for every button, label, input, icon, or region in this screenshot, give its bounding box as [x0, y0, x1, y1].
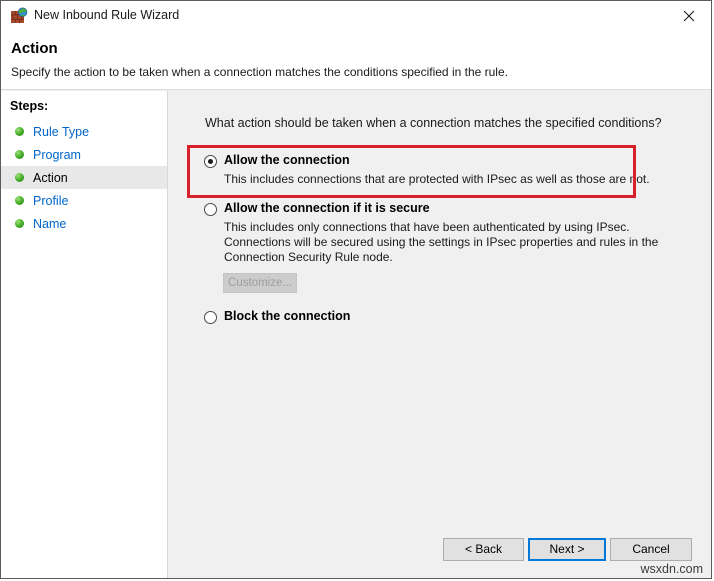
wizard-window: New Inbound Rule Wizard Action Specify t…	[0, 0, 712, 579]
option-title: Allow the connection	[224, 153, 350, 167]
action-question-label: What action should be taken when a conne…	[205, 116, 662, 130]
sidebar-item-label: Profile	[33, 193, 69, 208]
page-title: Action	[11, 40, 58, 57]
back-button[interactable]: < Back	[443, 538, 524, 561]
title-bar: New Inbound Rule Wizard	[1, 1, 711, 31]
steps-list: Rule Type Program Action Profile Name	[1, 120, 167, 235]
option-description: This includes connections that are prote…	[224, 172, 650, 186]
next-button[interactable]: Next >	[528, 538, 606, 561]
page-subtitle: Specify the action to be taken when a co…	[11, 65, 508, 79]
green-sphere-icon	[15, 150, 24, 159]
green-sphere-icon	[15, 127, 24, 136]
radio-block-the-connection[interactable]	[204, 311, 217, 324]
option-description: This includes only connections that have…	[224, 220, 659, 264]
sidebar-item-rule-type[interactable]: Rule Type	[1, 120, 167, 143]
sidebar-item-label: Rule Type	[33, 124, 90, 139]
watermark-label: wsxdn.com	[640, 562, 703, 576]
radio-allow-if-secure[interactable]	[204, 203, 217, 216]
green-sphere-icon	[15, 219, 24, 228]
option-title: Block the connection	[224, 309, 351, 323]
window-title: New Inbound Rule Wizard	[34, 8, 180, 22]
wizard-header: Action Specify the action to be taken wh…	[1, 31, 711, 90]
firewall-globe-icon	[10, 7, 28, 25]
cancel-button[interactable]: Cancel	[610, 538, 692, 561]
sidebar-item-label: Name	[33, 216, 67, 231]
green-sphere-icon	[15, 196, 24, 205]
close-glyph	[683, 10, 694, 22]
sidebar-item-program[interactable]: Program	[1, 143, 167, 166]
green-sphere-icon	[15, 173, 24, 182]
sidebar-item-action[interactable]: Action	[1, 166, 167, 189]
sidebar-item-profile[interactable]: Profile	[1, 189, 167, 212]
wizard-content-pane: What action should be taken when a conne…	[169, 91, 711, 578]
sidebar-item-label: Program	[33, 147, 81, 162]
sidebar-item-name[interactable]: Name	[1, 212, 167, 235]
steps-sidebar: Steps: Rule Type Program Action Profile …	[1, 91, 168, 578]
steps-header-label: Steps:	[10, 99, 49, 113]
close-icon[interactable]	[666, 1, 711, 31]
option-title: Allow the connection if it is secure	[224, 201, 430, 215]
customize-button[interactable]: Customize...	[223, 273, 297, 293]
radio-allow-the-connection[interactable]	[204, 155, 217, 168]
sidebar-item-label: Action	[33, 170, 68, 185]
